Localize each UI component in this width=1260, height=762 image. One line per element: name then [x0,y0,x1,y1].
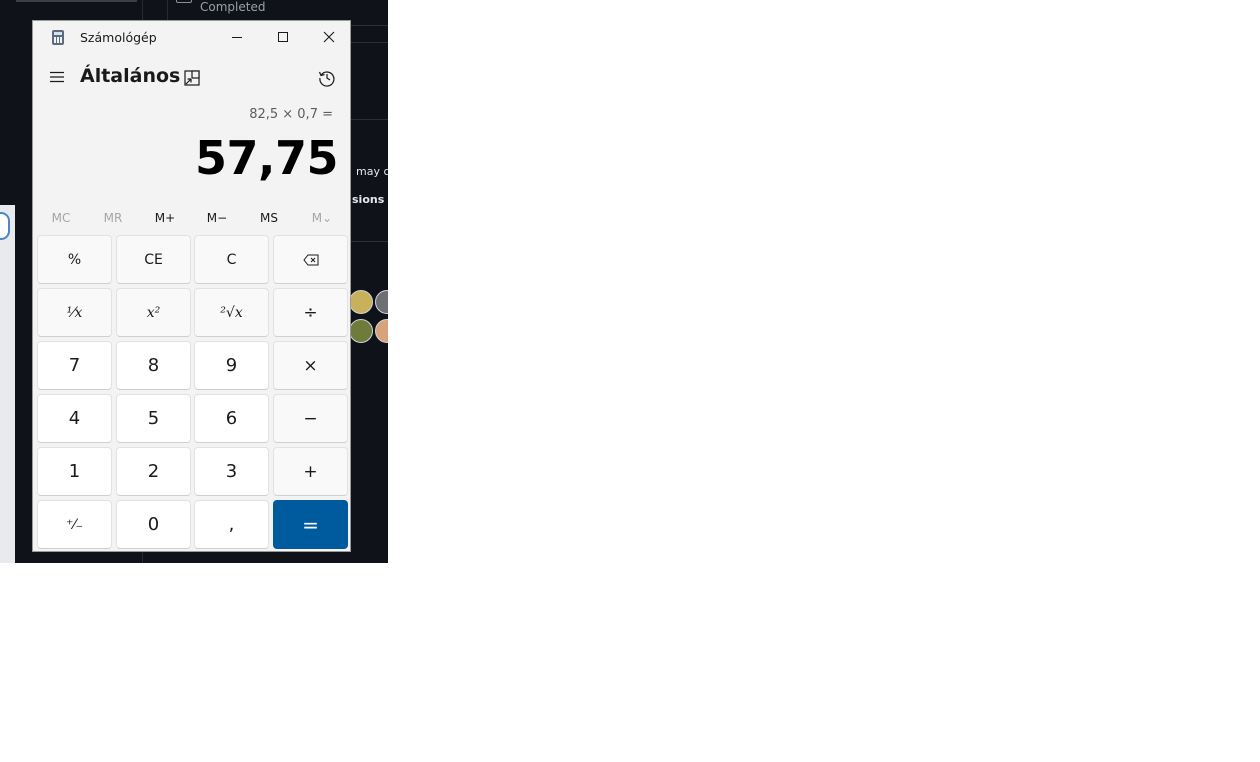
square-button[interactable]: x² [116,288,191,337]
multiply-button[interactable]: × [273,341,348,390]
background-panel [0,205,15,563]
title-bar[interactable]: Számológép [33,21,350,53]
calculator-window: Számológép Általános 82,5 × 0,7 = 57,75 … [32,20,351,552]
avatar[interactable] [375,319,388,343]
digit-8-button[interactable]: 8 [116,341,191,390]
digit-5-button[interactable]: 5 [116,394,191,443]
close-icon [323,31,335,43]
history-icon[interactable] [318,69,336,87]
keep-on-top-icon[interactable] [183,69,201,87]
checkbox-icon[interactable] [176,0,192,3]
maximize-button[interactable] [260,21,306,53]
result-display: 57,75 [194,131,339,185]
clear-button[interactable]: C [194,235,269,284]
circle-icon[interactable] [0,212,10,240]
backspace-icon [302,254,318,265]
minimize-icon [232,37,242,38]
window-title: Számológép [80,30,157,45]
digit-6-button[interactable]: 6 [194,394,269,443]
memory-clear-button[interactable]: MC [35,204,87,232]
header: Általános [33,61,350,97]
clear-entry-button[interactable]: CE [116,235,191,284]
background-text: sions i [352,193,388,206]
digit-7-button[interactable]: 7 [37,341,112,390]
digit-2-button[interactable]: 2 [116,447,191,496]
memory-list-button[interactable]: M⌄ [296,204,348,232]
hamburger-icon[interactable] [49,69,65,85]
close-button[interactable] [306,21,352,53]
digit-3-button[interactable]: 3 [194,447,269,496]
square-root-button[interactable]: ²√x [194,288,269,337]
negate-button[interactable]: ⁺⁄₋ [37,500,112,549]
divide-button[interactable]: ÷ [273,288,348,337]
minus-button[interactable]: − [273,394,348,443]
backspace-button[interactable] [273,235,348,284]
calculator-icon [52,30,64,45]
background-text: may c [356,165,388,178]
memory-subtract-button[interactable]: M− [191,204,243,232]
memory-store-button[interactable]: MS [243,204,295,232]
maximize-icon [278,32,288,42]
minimize-button[interactable] [214,21,260,53]
equals-button[interactable]: = [273,500,348,549]
task-status: Completed [200,0,266,14]
digit-4-button[interactable]: 4 [37,394,112,443]
avatar[interactable] [349,319,373,343]
expression-display: 82,5 × 0,7 = [249,107,333,122]
background-divider [16,0,137,2]
digit-0-button[interactable]: 0 [116,500,191,549]
digit-1-button[interactable]: 1 [37,447,112,496]
avatar[interactable] [349,290,373,314]
decimal-button[interactable]: , [194,500,269,549]
memory-row: MC MR M+ M− MS M⌄ [33,204,350,232]
memory-recall-button[interactable]: MR [87,204,139,232]
plus-button[interactable]: + [273,447,348,496]
mode-title: Általános [80,65,181,87]
digit-9-button[interactable]: 9 [194,341,269,390]
percent-button[interactable]: % [37,235,112,284]
avatar[interactable] [375,290,388,314]
memory-add-button[interactable]: M+ [139,204,191,232]
reciprocal-button[interactable]: ¹⁄x [37,288,112,337]
